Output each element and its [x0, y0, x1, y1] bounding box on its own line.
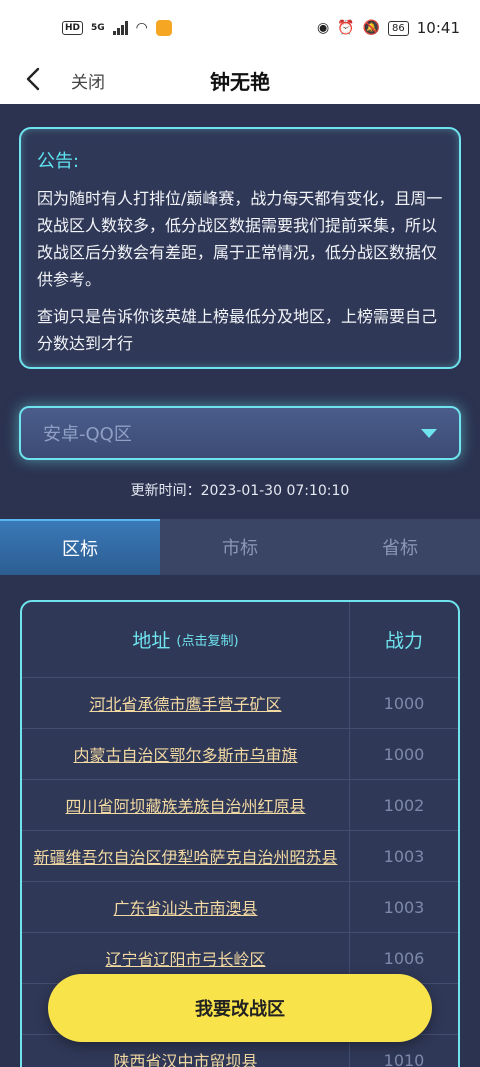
- power-cell: 1000: [383, 744, 425, 764]
- status-bar: HD 5G ◠ ◉ ⏰ 🔕 86 10:41: [0, 0, 480, 56]
- power-cell: 1000: [383, 693, 425, 713]
- status-time: 10:41: [416, 19, 460, 37]
- alarm-icon: ⏰: [337, 20, 355, 36]
- app-notification-icon: [155, 20, 172, 36]
- table-row: 新疆维吾尔自治区伊犁哈萨克自治州昭苏县 1003: [22, 831, 458, 882]
- eye-icon: ◉: [316, 20, 330, 36]
- notice-paragraph-1: 因为随时有人打排位/巅峰赛，战力每天都有变化，且周一改战区人数较多，低分战区数据…: [37, 189, 443, 289]
- status-left: HD 5G ◠: [62, 20, 172, 36]
- address-header-hint: (点击复制): [176, 634, 239, 649]
- region-select[interactable]: 安卓-QQ区: [19, 406, 461, 460]
- battery-icon: 86: [388, 20, 409, 36]
- power-cell: 1002: [383, 795, 425, 815]
- address-cell[interactable]: 内蒙古自治区鄂尔多斯市乌审旗: [22, 729, 350, 779]
- table-row: 广东省汕头市南澳县 1003: [22, 882, 458, 933]
- power-cell: 1003: [383, 897, 425, 917]
- wifi-icon: ◠: [135, 20, 148, 36]
- tab-province[interactable]: 省标: [320, 519, 480, 575]
- address-cell[interactable]: 广东省汕头市南澳县: [22, 882, 350, 932]
- address-header: 地址 (点击复制): [22, 602, 350, 677]
- mute-icon: 🔕: [362, 20, 381, 36]
- power-header: 战力: [384, 630, 423, 652]
- app-bar: 关闭 钟无艳: [0, 56, 480, 104]
- address-header-label: 地址: [132, 630, 171, 652]
- caret-down-icon: [421, 428, 437, 438]
- standard-tabs: 区标 市标 省标: [0, 519, 480, 575]
- hd-badge: HD: [62, 21, 84, 35]
- table-row: 河北省承德市鹰手营子矿区 1000: [22, 678, 458, 729]
- address-cell[interactable]: 河北省承德市鹰手营子矿区: [22, 678, 350, 728]
- table-row: 四川省阿坝藏族羌族自治州红原县 1002: [22, 780, 458, 831]
- region-select-value: 安卓-QQ区: [43, 424, 132, 445]
- signal-icon: [112, 21, 128, 35]
- tab-city[interactable]: 市标: [160, 519, 320, 575]
- close-link[interactable]: 关闭: [71, 68, 105, 93]
- status-right: ◉ ⏰ 🔕 86 10:41: [317, 19, 460, 37]
- network-label: 5G: [91, 23, 105, 33]
- notice-card: 公告: 因为随时有人打排位/巅峰赛，战力每天都有变化，且周一改战区人数较多，低分…: [19, 127, 461, 369]
- back-arrow-icon[interactable]: [22, 66, 46, 92]
- table-row: 内蒙古自治区鄂尔多斯市乌审旗 1000: [22, 729, 458, 780]
- address-cell[interactable]: 四川省阿坝藏族羌族自治州红原县: [22, 780, 350, 830]
- notice-paragraph-2: 查询只是告诉你该英雄上榜最低分及地区，上榜需要自己分数达到才行: [37, 307, 438, 353]
- power-cell: 1003: [383, 846, 425, 866]
- table-header: 地址 (点击复制) 战力: [22, 602, 458, 678]
- address-cell[interactable]: 新疆维吾尔自治区伊犁哈萨克自治州昭苏县: [22, 831, 350, 881]
- notice-title: 公告:: [37, 151, 80, 172]
- tab-district[interactable]: 区标: [0, 519, 160, 575]
- update-time: 更新时间：2023-01-30 07:10:10: [130, 483, 350, 499]
- change-region-button[interactable]: 我要改战区: [48, 974, 432, 1042]
